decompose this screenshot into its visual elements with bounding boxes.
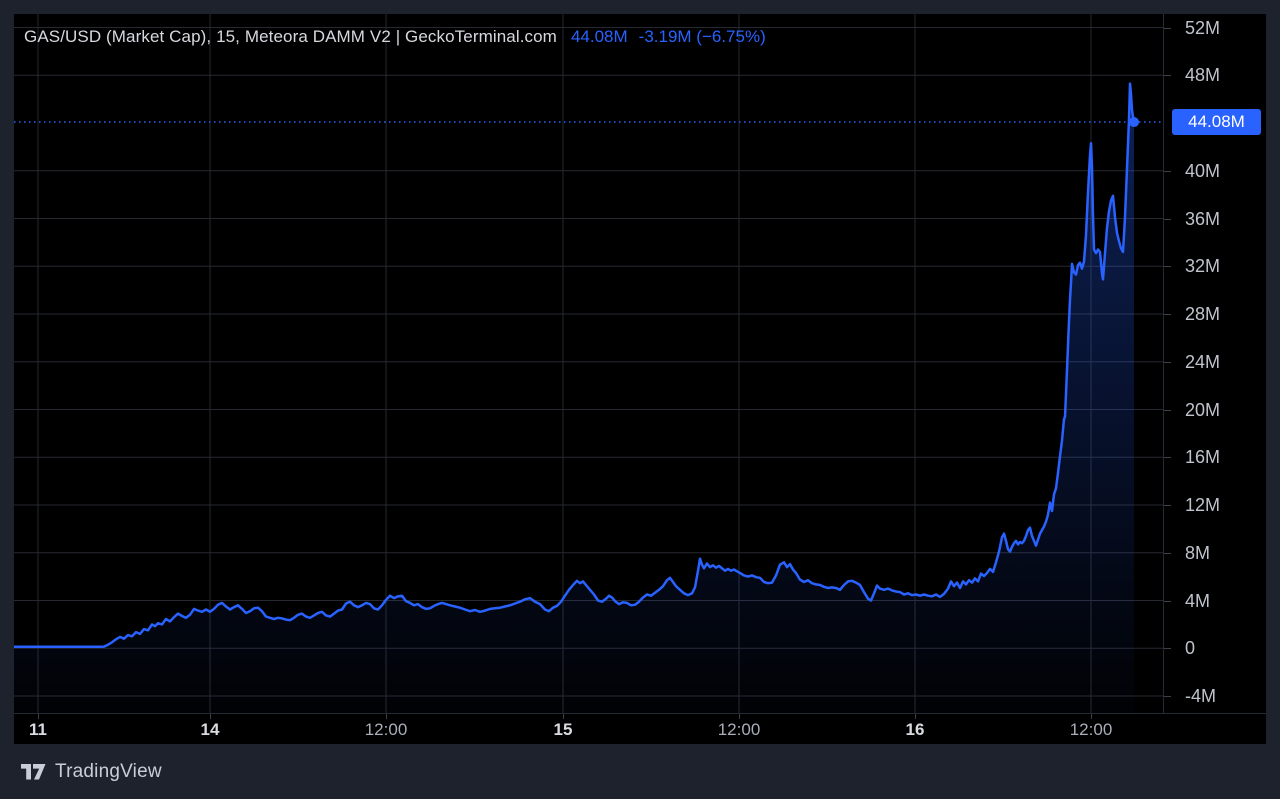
time-axis-label: 16 <box>906 720 925 739</box>
tradingview-brand-text: TradingView <box>55 761 162 783</box>
price-axis[interactable]: 44.08M 52M 48M 40M 36M 32M 28M 24M 20M 16M 12M 8M 4… <box>1163 14 1266 713</box>
price-axis-label: 0 <box>1185 639 1195 657</box>
price-axis-label: 20M <box>1185 401 1220 419</box>
price-axis-tick <box>1164 553 1171 554</box>
price-line-series <box>14 84 1134 647</box>
price-axis-label: 52M <box>1185 19 1220 37</box>
price-axis-tick <box>1164 648 1171 649</box>
current-price-badge: 44.08M <box>1172 109 1261 135</box>
time-axis-label: 12:00 <box>718 720 761 739</box>
time-axis-label: 14 <box>201 720 220 739</box>
tradingview-logo-icon <box>21 764 46 780</box>
symbol-title[interactable]: GAS/USD (Market Cap), 15, Meteora DAMM V… <box>24 27 557 47</box>
price-axis-label: 32M <box>1185 257 1220 275</box>
price-axis-tick <box>1164 171 1171 172</box>
chart-pane[interactable]: GAS/USD (Market Cap), 15, Meteora DAMM V… <box>14 14 1163 713</box>
time-axis-tick <box>386 714 387 719</box>
footer-bar: TradingView <box>0 744 1280 799</box>
price-axis-label: 4M <box>1185 592 1210 610</box>
price-axis-tick <box>1164 219 1171 220</box>
price-axis-label: -4M <box>1185 687 1216 705</box>
price-axis-tick <box>1164 28 1171 29</box>
price-axis-label: 40M <box>1185 162 1220 180</box>
time-axis-label: 12:00 <box>365 720 408 739</box>
price-axis-label: 16M <box>1185 448 1220 466</box>
time-axis-label: 11 <box>29 720 47 739</box>
time-axis-label: 12:00 <box>1070 720 1113 739</box>
price-axis-label: 48M <box>1185 66 1220 84</box>
price-axis-tick <box>1164 75 1171 76</box>
price-axis-label: 8M <box>1185 544 1210 562</box>
price-axis-label: 28M <box>1185 305 1220 323</box>
price-area-fill <box>14 84 1134 713</box>
time-axis-label: 15 <box>554 720 573 739</box>
price-axis-label: 36M <box>1185 210 1220 228</box>
price-change-value: -3.19M (−6.75%) <box>639 27 766 47</box>
price-axis-tick <box>1164 410 1171 411</box>
price-axis-tick <box>1164 266 1171 267</box>
time-axis-tick <box>1091 714 1092 719</box>
price-axis-label: 24M <box>1185 353 1220 371</box>
price-axis-tick <box>1164 696 1171 697</box>
price-axis-tick <box>1164 314 1171 315</box>
price-axis-tick <box>1164 362 1171 363</box>
time-axis-tick <box>210 714 211 719</box>
last-price-value: 44.08M <box>571 27 628 47</box>
price-axis-tick <box>1164 505 1171 506</box>
time-axis-tick <box>563 714 564 719</box>
last-price-marker <box>1129 117 1139 127</box>
time-axis-tick <box>38 714 39 719</box>
tradingview-attribution[interactable]: TradingView <box>21 761 162 783</box>
chart-widget: GAS/USD (Market Cap), 15, Meteora DAMM V… <box>0 0 1280 799</box>
chart-legend: GAS/USD (Market Cap), 15, Meteora DAMM V… <box>24 27 766 47</box>
time-axis-tick <box>739 714 740 719</box>
time-axis[interactable]: 11 14 12:00 15 12:00 16 12:00 <box>14 713 1266 744</box>
price-axis-tick <box>1164 457 1171 458</box>
chart-svg <box>14 14 1163 713</box>
time-axis-tick <box>915 714 916 719</box>
price-axis-tick <box>1164 601 1171 602</box>
price-axis-label: 12M <box>1185 496 1220 514</box>
